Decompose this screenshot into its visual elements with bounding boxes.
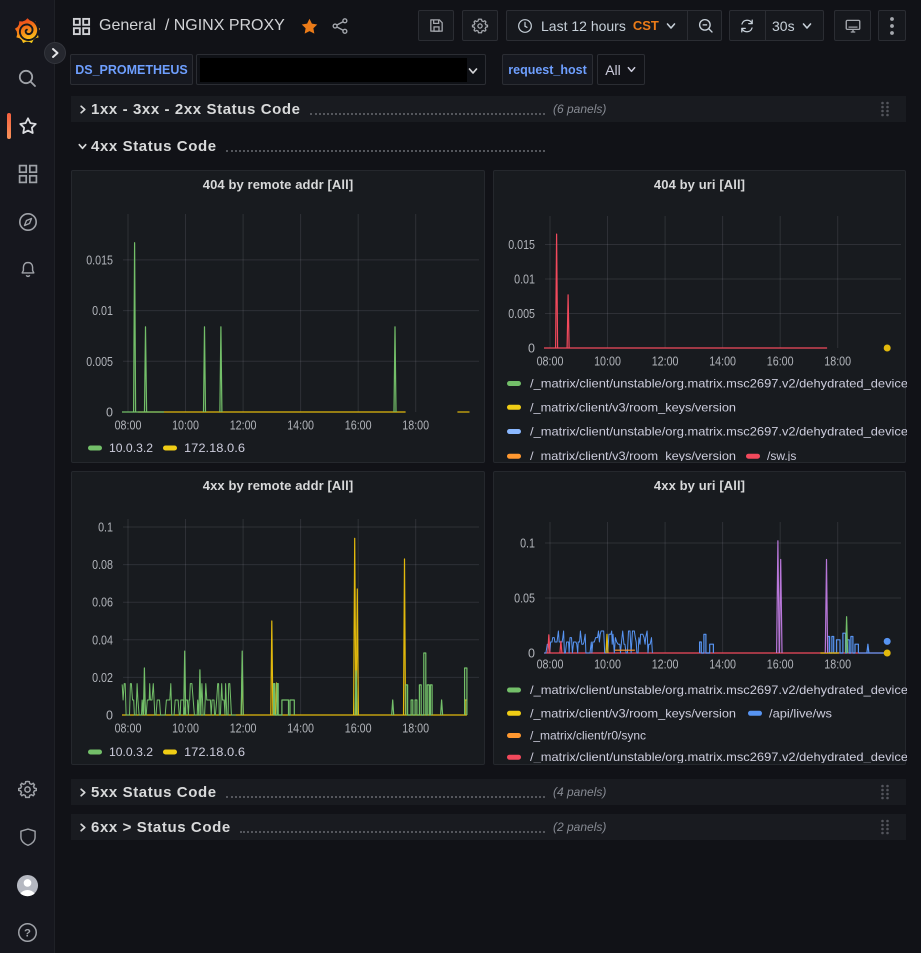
svg-text:172.18.0.6: 172.18.0.6 — [184, 745, 245, 759]
svg-text:12:00: 12:00 — [652, 658, 679, 672]
svg-text:0: 0 — [528, 342, 535, 356]
svg-text:0.005: 0.005 — [508, 307, 535, 321]
svg-text:10:00: 10:00 — [172, 419, 199, 433]
svg-text:/_matrix/client/v3/room_keys/v: /_matrix/client/v3/room_keys/version — [530, 449, 736, 461]
svg-text:10:00: 10:00 — [594, 658, 621, 672]
svg-text:10.0.3.2: 10.0.3.2 — [109, 441, 153, 455]
svg-text:0.01: 0.01 — [514, 273, 535, 287]
svg-text:/_matrix/client/r0/sync: /_matrix/client/r0/sync — [530, 729, 646, 743]
svg-text:0.06: 0.06 — [92, 596, 113, 610]
svg-text:12:00: 12:00 — [652, 355, 679, 369]
svg-text:16:00: 16:00 — [767, 355, 794, 369]
svg-text:14:00: 14:00 — [709, 355, 736, 369]
svg-text:10:00: 10:00 — [594, 355, 621, 369]
svg-text:/_matrix/client/unstable/org.m: /_matrix/client/unstable/org.matrix.msc2… — [530, 377, 907, 391]
svg-text:0.1: 0.1 — [98, 521, 113, 535]
svg-text:10.0.3.2: 10.0.3.2 — [109, 745, 153, 759]
svg-text:16:00: 16:00 — [345, 722, 372, 736]
svg-text:0.015: 0.015 — [508, 238, 535, 252]
svg-text:/_matrix/client/v3/room_keys/v: /_matrix/client/v3/room_keys/version — [530, 706, 736, 720]
svg-text:08:00: 08:00 — [537, 355, 564, 369]
svg-text:0.04: 0.04 — [92, 633, 113, 647]
svg-text:08:00: 08:00 — [115, 419, 142, 433]
svg-text:0.05: 0.05 — [514, 592, 535, 606]
svg-text:0.08: 0.08 — [92, 558, 113, 572]
svg-text:14:00: 14:00 — [287, 722, 314, 736]
svg-text:18:00: 18:00 — [824, 355, 851, 369]
svg-text:0: 0 — [528, 647, 535, 661]
svg-text:14:00: 14:00 — [709, 658, 736, 672]
svg-text:12:00: 12:00 — [230, 419, 257, 433]
svg-text:16:00: 16:00 — [767, 658, 794, 672]
svg-text:10:00: 10:00 — [172, 722, 199, 736]
svg-text:/api/live/ws: /api/live/ws — [769, 706, 832, 720]
svg-text:16:00: 16:00 — [345, 419, 372, 433]
svg-text:?: ? — [24, 927, 31, 939]
svg-text:08:00: 08:00 — [115, 722, 142, 736]
svg-text:/_matrix/client/unstable/org.m: /_matrix/client/unstable/org.matrix.msc2… — [530, 683, 907, 697]
svg-text:/_matrix/client/unstable/org.m: /_matrix/client/unstable/org.matrix.msc2… — [530, 750, 907, 763]
svg-text:0: 0 — [106, 406, 113, 420]
svg-text:18:00: 18:00 — [402, 722, 429, 736]
svg-text:12:00: 12:00 — [230, 722, 257, 736]
svg-text:08:00: 08:00 — [537, 658, 564, 672]
svg-text:0.02: 0.02 — [92, 671, 113, 685]
svg-text:/_matrix/client/v3/room_keys/v: /_matrix/client/v3/room_keys/version — [530, 400, 736, 414]
svg-text:18:00: 18:00 — [402, 419, 429, 433]
svg-text:18:00: 18:00 — [824, 658, 851, 672]
svg-text:0: 0 — [106, 709, 113, 723]
svg-text:/_matrix/client/unstable/org.m: /_matrix/client/unstable/org.matrix.msc2… — [530, 425, 907, 439]
svg-text:0.015: 0.015 — [86, 253, 113, 267]
svg-text:172.18.0.6: 172.18.0.6 — [184, 441, 245, 455]
svg-text:14:00: 14:00 — [287, 419, 314, 433]
svg-text:0.01: 0.01 — [92, 304, 113, 318]
svg-text:0.1: 0.1 — [520, 537, 535, 551]
svg-text:0.005: 0.005 — [86, 355, 113, 369]
svg-text:/sw.js: /sw.js — [767, 449, 796, 461]
